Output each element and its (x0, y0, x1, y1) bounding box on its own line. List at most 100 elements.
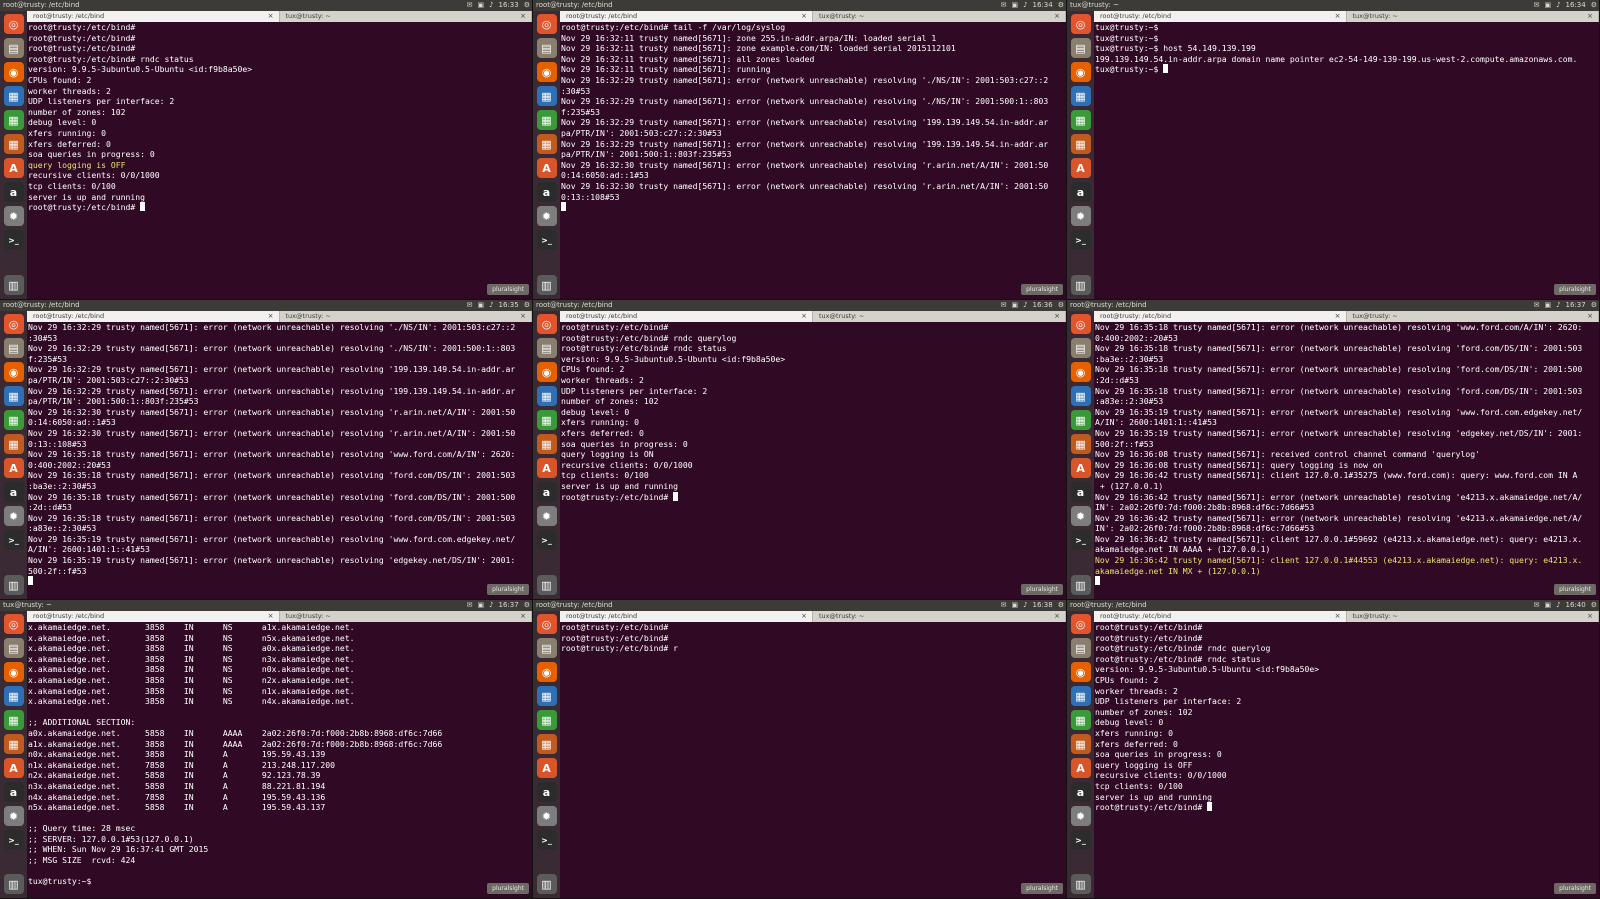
settings-icon[interactable]: ✹ (3, 806, 24, 826)
close-tab-icon[interactable]: × (1587, 11, 1593, 22)
files-icon[interactable]: ▤ (1070, 338, 1091, 358)
keyboard-icon[interactable]: ▣ (1544, 0, 1551, 11)
clock[interactable]: 16:35 (499, 300, 519, 311)
trash-icon[interactable]: ▥ (536, 275, 557, 295)
clock[interactable]: 16:37 (499, 600, 519, 611)
software-center-icon[interactable]: A (1070, 758, 1091, 778)
trash-icon[interactable]: ▥ (1070, 874, 1091, 894)
close-tab-icon[interactable]: × (1054, 311, 1060, 322)
mail-icon[interactable]: ✉ (1001, 0, 1007, 11)
terminal-icon[interactable]: >_ (1070, 530, 1091, 550)
terminal-icon[interactable]: >_ (1070, 230, 1091, 250)
close-tab-icon[interactable]: × (268, 11, 274, 22)
ubuntu-dash-icon[interactable]: ◎ (1070, 614, 1091, 634)
close-tab-icon[interactable]: × (520, 311, 526, 322)
terminal-tab[interactable]: root@trusty: /etc/bind × (560, 11, 813, 22)
writer-icon[interactable]: ▦ (3, 686, 24, 706)
ubuntu-dash-icon[interactable]: ◎ (536, 614, 557, 634)
terminal-output[interactable]: x.akamaiedge.net. 3858 IN NS a1x.akamaie… (28, 622, 530, 898)
terminal-tab[interactable]: root@trusty: /etc/bind × (1094, 11, 1347, 22)
terminal-tab[interactable]: tux@trusty: ~ × (280, 311, 532, 322)
power-icon[interactable]: ⚙ (524, 0, 530, 11)
close-tab-icon[interactable]: × (520, 11, 526, 22)
software-center-icon[interactable]: A (3, 158, 24, 178)
calc-icon[interactable]: ▦ (536, 710, 557, 730)
terminal-tab[interactable]: root@trusty: /etc/bind × (1094, 611, 1347, 622)
calc-icon[interactable]: ▦ (1070, 710, 1091, 730)
settings-icon[interactable]: ✹ (536, 506, 557, 526)
terminal-icon[interactable]: >_ (536, 230, 557, 250)
volume-icon[interactable]: ♪ (1556, 600, 1560, 611)
impress-icon[interactable]: ▦ (536, 134, 557, 154)
volume-icon[interactable]: ♪ (489, 600, 493, 611)
terminal-output[interactable]: Nov 29 16:35:18 trusty named[5671]: erro… (1095, 322, 1597, 599)
firefox-icon[interactable]: ◉ (1070, 662, 1091, 682)
mail-icon[interactable]: ✉ (1001, 600, 1007, 611)
firefox-icon[interactable]: ◉ (536, 362, 557, 382)
power-icon[interactable]: ⚙ (1058, 600, 1064, 611)
close-tab-icon[interactable]: × (1054, 611, 1060, 622)
terminal-tab[interactable]: root@trusty: /etc/bind × (27, 311, 280, 322)
trash-icon[interactable]: ▥ (1070, 575, 1091, 595)
software-center-icon[interactable]: A (3, 458, 24, 478)
files-icon[interactable]: ▤ (536, 38, 557, 58)
trash-icon[interactable]: ▥ (3, 575, 24, 595)
trash-icon[interactable]: ▥ (1070, 275, 1091, 295)
trash-icon[interactable]: ▥ (3, 275, 24, 295)
clock[interactable]: 16:34 (1566, 0, 1586, 11)
terminal-icon[interactable]: >_ (3, 230, 24, 250)
terminal-tab[interactable]: tux@trusty: ~ × (1347, 311, 1599, 322)
files-icon[interactable]: ▤ (536, 338, 557, 358)
power-icon[interactable]: ⚙ (1591, 600, 1597, 611)
keyboard-icon[interactable]: ▣ (1011, 600, 1018, 611)
terminal-icon[interactable]: >_ (3, 830, 24, 850)
calc-icon[interactable]: ▦ (1070, 410, 1091, 430)
terminal-tab[interactable]: root@trusty: /etc/bind × (27, 11, 280, 22)
amazon-icon[interactable]: a (3, 482, 24, 502)
power-icon[interactable]: ⚙ (1058, 0, 1064, 11)
terminal-output[interactable]: root@trusty:/etc/bind# root@trusty:/etc/b… (1095, 622, 1597, 898)
calc-icon[interactable]: ▦ (3, 710, 24, 730)
terminal-output[interactable]: root@trusty:/etc/bind# root@trusty:/etc/b… (561, 322, 1064, 599)
keyboard-icon[interactable]: ▣ (477, 600, 484, 611)
impress-icon[interactable]: ▦ (3, 134, 24, 154)
calc-icon[interactable]: ▦ (536, 110, 557, 130)
terminal-tab[interactable]: tux@trusty: ~ × (813, 11, 1066, 22)
settings-icon[interactable]: ✹ (1070, 806, 1091, 826)
volume-icon[interactable]: ♪ (1023, 600, 1027, 611)
files-icon[interactable]: ▤ (1070, 638, 1091, 658)
settings-icon[interactable]: ✹ (536, 806, 557, 826)
firefox-icon[interactable]: ◉ (3, 662, 24, 682)
terminal-tab[interactable]: tux@trusty: ~ × (813, 311, 1066, 322)
impress-icon[interactable]: ▦ (1070, 734, 1091, 754)
clock[interactable]: 16:40 (1566, 600, 1586, 611)
terminal-output[interactable]: tux@trusty:~$ tux@trusty:~$ tux@trusty:~$ … (1095, 22, 1597, 299)
volume-icon[interactable]: ♪ (489, 0, 493, 11)
amazon-icon[interactable]: a (1070, 182, 1091, 202)
volume-icon[interactable]: ♪ (1556, 0, 1560, 11)
amazon-icon[interactable]: a (3, 182, 24, 202)
ubuntu-dash-icon[interactable]: ◎ (1070, 14, 1091, 34)
volume-icon[interactable]: ♪ (1023, 0, 1027, 11)
firefox-icon[interactable]: ◉ (536, 662, 557, 682)
firefox-icon[interactable]: ◉ (1070, 362, 1091, 382)
mail-icon[interactable]: ✉ (467, 600, 473, 611)
terminal-tab[interactable]: tux@trusty: ~ × (1347, 611, 1599, 622)
clock[interactable]: 16:37 (1566, 300, 1586, 311)
writer-icon[interactable]: ▦ (1070, 686, 1091, 706)
close-tab-icon[interactable]: × (801, 611, 807, 622)
writer-icon[interactable]: ▦ (536, 386, 557, 406)
terminal-output[interactable]: root@trusty:/etc/bind# root@trusty:/etc/b… (561, 622, 1064, 898)
terminal-icon[interactable]: >_ (536, 830, 557, 850)
impress-icon[interactable]: ▦ (1070, 134, 1091, 154)
software-center-icon[interactable]: A (3, 758, 24, 778)
terminal-output[interactable]: Nov 29 16:32:29 trusty named[5671]: erro… (28, 322, 530, 599)
settings-icon[interactable]: ✹ (1070, 206, 1091, 226)
impress-icon[interactable]: ▦ (3, 734, 24, 754)
writer-icon[interactable]: ▦ (3, 386, 24, 406)
mail-icon[interactable]: ✉ (1534, 0, 1540, 11)
mail-icon[interactable]: ✉ (1001, 300, 1007, 311)
software-center-icon[interactable]: A (1070, 458, 1091, 478)
mail-icon[interactable]: ✉ (467, 0, 473, 11)
terminal-tab[interactable]: root@trusty: /etc/bind × (560, 311, 813, 322)
